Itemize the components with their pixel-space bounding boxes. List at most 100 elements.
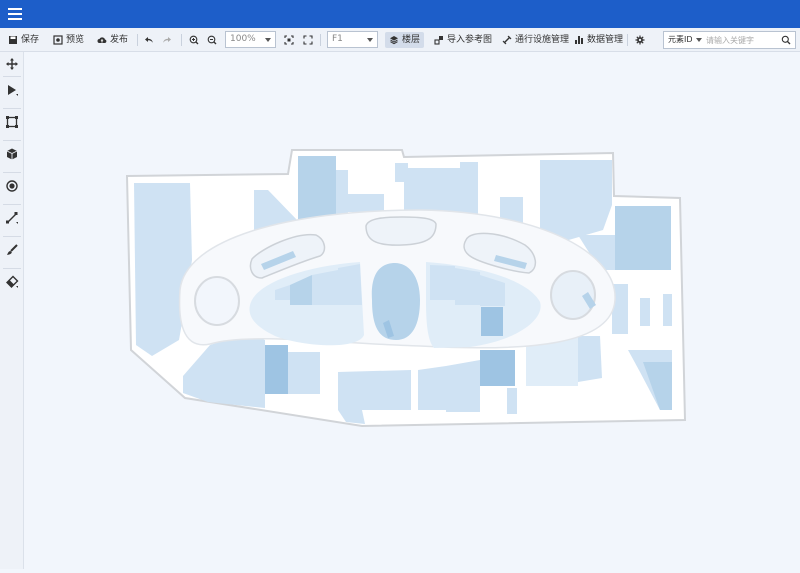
cloud-upload-icon: [97, 37, 107, 43]
point-tool[interactable]: [5, 178, 19, 192]
divider: [3, 236, 21, 237]
shop-area[interactable]: [455, 268, 480, 305]
floor-value: F1: [332, 34, 343, 44]
shop-area[interactable]: [338, 370, 411, 410]
toolbar: 保存 预览 发布 100% F1 楼层 导入参考图 通行设施管理 数据管理 元素…: [0, 28, 800, 52]
preview-label: 预览: [66, 35, 85, 45]
redo-icon: [163, 37, 171, 43]
publish-label: 发布: [110, 35, 129, 45]
shop-area[interactable]: [288, 352, 320, 394]
settings-button[interactable]: [635, 32, 645, 48]
shop-area[interactable]: [640, 298, 650, 326]
divider: [3, 172, 21, 173]
zoom-in-icon: [189, 35, 199, 45]
divider: [3, 108, 21, 109]
import-reference-label: 导入参考图: [447, 35, 493, 45]
shop-area[interactable]: [578, 336, 602, 382]
point-icon: [6, 180, 18, 192]
shop-area[interactable]: [298, 156, 336, 222]
save-label: 保存: [21, 35, 40, 45]
line-icon: [6, 212, 18, 224]
divider: [3, 204, 21, 205]
search-icon[interactable]: [781, 35, 791, 45]
search-type-label: 元素ID: [668, 35, 693, 44]
link-icon: [502, 35, 512, 45]
zoom-value: 100%: [230, 34, 256, 44]
select-tool[interactable]: [5, 82, 19, 96]
shop-area[interactable]: [312, 270, 338, 305]
polygon-tool[interactable]: [5, 114, 19, 128]
shop-area[interactable]: [336, 170, 348, 218]
shop-area[interactable]: [404, 168, 430, 212]
shop-area[interactable]: [481, 307, 503, 336]
data-manage-button[interactable]: 数据管理: [574, 32, 623, 48]
divider: [3, 76, 21, 77]
island-center[interactable]: [371, 263, 420, 340]
fit-view-button[interactable]: [284, 32, 294, 48]
divider: [627, 34, 628, 46]
polygon-icon: [6, 116, 18, 128]
shop-area[interactable]: [430, 168, 461, 212]
menu-icon[interactable]: [8, 8, 22, 20]
eraser-icon: [6, 275, 19, 288]
shop-area[interactable]: [265, 345, 288, 394]
cube-icon: [6, 148, 18, 160]
chevron-down-icon: [265, 38, 271, 42]
kiosk-top[interactable]: [365, 216, 437, 246]
shop-area[interactable]: [348, 194, 384, 212]
preview-button[interactable]: 预览: [53, 32, 84, 48]
shop-area[interactable]: [338, 264, 362, 305]
eraser-tool[interactable]: [5, 274, 19, 288]
zoom-out-button[interactable]: [207, 32, 217, 48]
divider: [3, 140, 21, 141]
shop-area[interactable]: [480, 350, 515, 386]
shop-area[interactable]: [418, 366, 446, 410]
divider: [137, 34, 138, 46]
search-box: 元素ID: [663, 31, 796, 49]
layers-label: 楼层: [402, 35, 421, 45]
map-canvas[interactable]: [24, 52, 800, 569]
select-arrow-icon: [8, 85, 18, 96]
layers-button[interactable]: 楼层: [385, 32, 425, 48]
search-type-select[interactable]: 元素ID: [668, 34, 702, 45]
import-reference-button[interactable]: 导入参考图: [434, 32, 492, 48]
bar-chart-icon: [575, 36, 583, 44]
import-image-icon: [434, 36, 443, 45]
brush-tool[interactable]: [5, 242, 19, 256]
divider: [181, 34, 182, 46]
data-manage-label: 数据管理: [587, 35, 624, 45]
floor-plan[interactable]: [24, 52, 800, 569]
undo-icon: [145, 37, 153, 43]
pass-facility-label: 通行设施管理: [515, 35, 570, 45]
fit-view-icon: [284, 35, 294, 45]
divider: [320, 34, 321, 46]
divider: [3, 268, 21, 269]
search-input[interactable]: [706, 34, 778, 46]
shop-area[interactable]: [430, 265, 455, 300]
shop-area[interactable]: [460, 162, 478, 216]
undo-button[interactable]: [144, 32, 154, 48]
line-tool[interactable]: [5, 210, 19, 224]
shop-area[interactable]: [663, 294, 672, 326]
cube-tool[interactable]: [5, 146, 19, 160]
top-bar: [0, 0, 800, 28]
gear-icon: [635, 35, 645, 45]
brush-icon: [7, 244, 18, 255]
floor-select[interactable]: F1: [327, 31, 378, 48]
shop-area[interactable]: [615, 206, 671, 270]
layers-icon: [390, 36, 398, 45]
atrium-left: [194, 276, 240, 326]
tool-sidebar: [0, 52, 24, 569]
zoom-out-icon: [207, 35, 217, 45]
fullscreen-button[interactable]: [303, 32, 313, 48]
zoom-select[interactable]: 100%: [225, 31, 276, 48]
redo-button[interactable]: [162, 32, 172, 48]
move-tool[interactable]: [5, 56, 19, 70]
chevron-down-icon: [367, 38, 373, 42]
save-button[interactable]: 保存: [8, 32, 39, 48]
shop-area[interactable]: [446, 360, 480, 412]
pass-facility-button[interactable]: 通行设施管理: [502, 32, 569, 48]
publish-button[interactable]: 发布: [97, 32, 128, 48]
shop-area[interactable]: [507, 388, 517, 414]
zoom-in-button[interactable]: [189, 32, 199, 48]
